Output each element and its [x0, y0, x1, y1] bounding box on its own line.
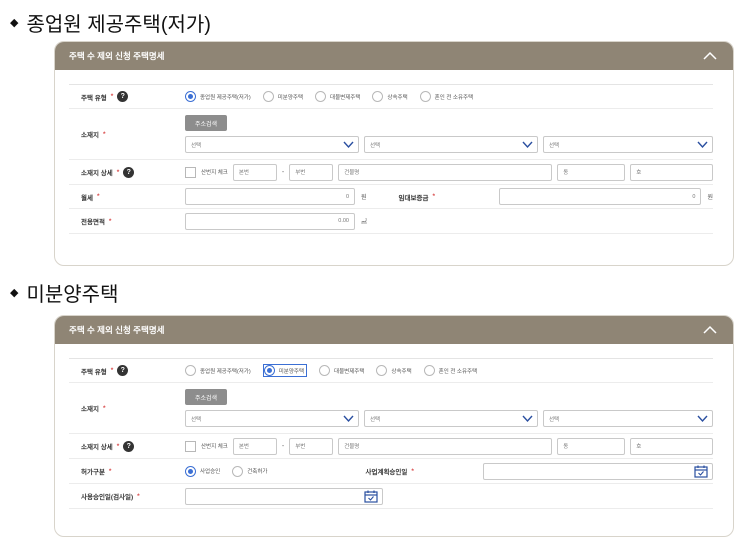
use-approval-date-label: 사용승인일(검사일) *	[81, 492, 140, 502]
exclusive-area-label: 전용면적 *	[81, 217, 112, 227]
building-name-input[interactable]: 건물명	[338, 163, 553, 181]
radio-unsold-housing[interactable]: 미분양주택	[262, 364, 308, 377]
house-type-row: 주택 유형 * ? 종업원 제공주택(저가) 미분양주택 대물변제주택 상속주택 …	[69, 358, 713, 383]
plan-approval-date-input[interactable]	[482, 462, 713, 480]
radio-inherited-housing[interactable]: 상속주택	[376, 365, 412, 376]
housing-detail-panel: 주택 수 제외 신청 주택명세 주택 유형 * ? 종업원 제공주택(저가) 미분…	[54, 315, 734, 537]
ho-input[interactable]: 호	[630, 437, 713, 455]
location-detail-label: 소재지 상세 * ?	[69, 440, 185, 452]
town-select[interactable]: 선택	[543, 410, 713, 427]
house-type-row: 주택 유형 * ? 종업원 제공주택(저가) 미분양주택 대물변제주택 상속주택 …	[69, 84, 713, 109]
mountain-lot-checkbox[interactable]	[185, 440, 196, 452]
housing-form: 주택 유형 * ? 종업원 제공주택(저가) 미분양주택 대물변제주택 상속주택 …	[69, 358, 713, 509]
ho-input[interactable]: 호	[630, 163, 713, 181]
dropdown-arrow-icon	[697, 415, 708, 422]
location-detail-label: 소재지 상세 * ?	[69, 166, 185, 178]
sub-number-input[interactable]: 부번	[289, 437, 334, 455]
housing-detail-panel: 주택 수 제외 신청 주택명세 주택 유형 * ? 종업원 제공주택(저가) 미분…	[54, 41, 734, 266]
panel-header: 주택 수 제외 신청 주택명세	[55, 42, 733, 70]
panel-title: 주택 수 제외 신청 주택명세	[69, 51, 165, 61]
main-number-input[interactable]: 본번	[232, 163, 277, 181]
panel-title: 주택 수 제외 신청 주택명세	[69, 325, 165, 335]
radio-substitute-payment-housing[interactable]: 대물변제주택	[319, 365, 364, 376]
help-icon[interactable]: ?	[117, 91, 129, 102]
radio-inherited-housing[interactable]: 상속주택	[372, 91, 408, 102]
radio-unsold-housing[interactable]: 미분양주택	[262, 91, 303, 102]
rent-row: 월세 * 0 원 임대보증금 * 0 원	[69, 185, 713, 209]
mountain-lot-checkbox[interactable]	[185, 166, 196, 178]
exclusive-area-input[interactable]: 0.00	[185, 212, 355, 230]
city-select[interactable]: 선택	[364, 410, 538, 427]
dropdown-arrow-icon	[697, 141, 708, 148]
radio-substitute-payment-housing[interactable]: 대물변제주택	[315, 91, 360, 102]
collapse-chevron-icon[interactable]	[701, 49, 719, 63]
radio-employee-housing[interactable]: 종업원 제공주택(저가)	[185, 365, 251, 376]
address-search-button[interactable]: 주소검색	[185, 389, 228, 405]
calendar-icon[interactable]	[362, 488, 380, 505]
housing-form: 주택 유형 * ? 종업원 제공주택(저가) 미분양주택 대물변제주택 상속주택 …	[69, 84, 713, 234]
help-icon[interactable]: ?	[123, 440, 135, 452]
monthly-rent-input[interactable]: 0	[185, 188, 355, 205]
radio-building-permit[interactable]: 건축허가	[232, 465, 268, 477]
help-icon[interactable]: ?	[123, 166, 135, 178]
dropdown-arrow-icon	[343, 415, 354, 422]
sub-number-input[interactable]: 부번	[289, 163, 334, 181]
dropdown-arrow-icon	[522, 415, 533, 422]
mountain-lot-label: 산번지 체크	[201, 170, 228, 176]
province-select[interactable]: 선택	[185, 410, 359, 427]
location-label: 소재지 *	[81, 404, 106, 414]
section-title: 미분양주택	[26, 284, 119, 306]
diamond-bullet-icon: ◆	[10, 287, 19, 299]
radio-premarital-housing[interactable]: 혼인 전 소유주택	[419, 91, 473, 102]
use-approval-row: 사용승인일(검사일) *	[69, 484, 713, 509]
main-number-input[interactable]: 본번	[232, 437, 277, 455]
radio-employee-housing[interactable]: 종업원 제공주택(저가)	[185, 91, 251, 102]
house-type-label: 주택 유형 * ?	[69, 365, 185, 376]
dong-input[interactable]: 동	[557, 437, 626, 455]
house-type-label: 주택 유형 * ?	[69, 91, 185, 102]
location-row: 소재지 * 주소검색 선택 선택 선택	[69, 383, 713, 434]
mountain-lot-label: 산번지 체크	[201, 444, 228, 450]
panel-header: 주택 수 제외 신청 주택명세	[55, 316, 733, 344]
dropdown-arrow-icon	[343, 141, 354, 148]
province-select[interactable]: 선택	[185, 136, 359, 153]
building-name-input[interactable]: 건물명	[338, 437, 553, 455]
permit-type-label: 허가구분 *	[81, 467, 112, 477]
address-search-button[interactable]: 주소검색	[185, 115, 228, 131]
town-select[interactable]: 선택	[543, 136, 713, 153]
collapse-chevron-icon[interactable]	[701, 323, 719, 337]
help-icon[interactable]: ?	[117, 365, 129, 376]
section-heading-unsold-housing: ◆ 미분양주택	[10, 278, 118, 307]
required-mark: *	[110, 93, 114, 100]
location-detail-row: 소재지 상세 * ? 산번지 체크 본번 - 부번 건물명 동 호	[69, 160, 713, 185]
location-label: 소재지 *	[81, 130, 106, 140]
deposit-label: 임대보증금 *	[398, 193, 435, 202]
location-row: 소재지 * 주소검색 선택 선택 선택	[69, 109, 713, 160]
dropdown-arrow-icon	[522, 141, 533, 148]
city-select[interactable]: 선택	[364, 136, 538, 153]
section-heading-employee-housing: ◆ 종업원 제공주택(저가)	[10, 8, 211, 37]
plan-approval-date-label: 사업계획승인일 *	[365, 467, 414, 477]
dong-input[interactable]: 동	[557, 163, 626, 181]
section-title: 종업원 제공주택(저가)	[26, 14, 211, 36]
use-approval-date-input[interactable]	[185, 487, 383, 505]
radio-business-approval[interactable]: 사업승인	[185, 465, 220, 477]
calendar-icon[interactable]	[692, 463, 710, 480]
diamond-bullet-icon: ◆	[10, 17, 19, 29]
permit-row: 허가구분 * 사업승인 건축허가 사업계획승인일 *	[69, 459, 713, 484]
area-row: 전용면적 * 0.00 ㎡	[69, 209, 713, 234]
deposit-input[interactable]: 0	[498, 188, 702, 205]
radio-premarital-housing[interactable]: 혼인 전 소유주택	[423, 365, 477, 376]
monthly-rent-label: 월세 *	[81, 193, 100, 202]
location-detail-row: 소재지 상세 * ? 산번지 체크 본번 - 부번 건물명 동 호	[69, 434, 713, 459]
